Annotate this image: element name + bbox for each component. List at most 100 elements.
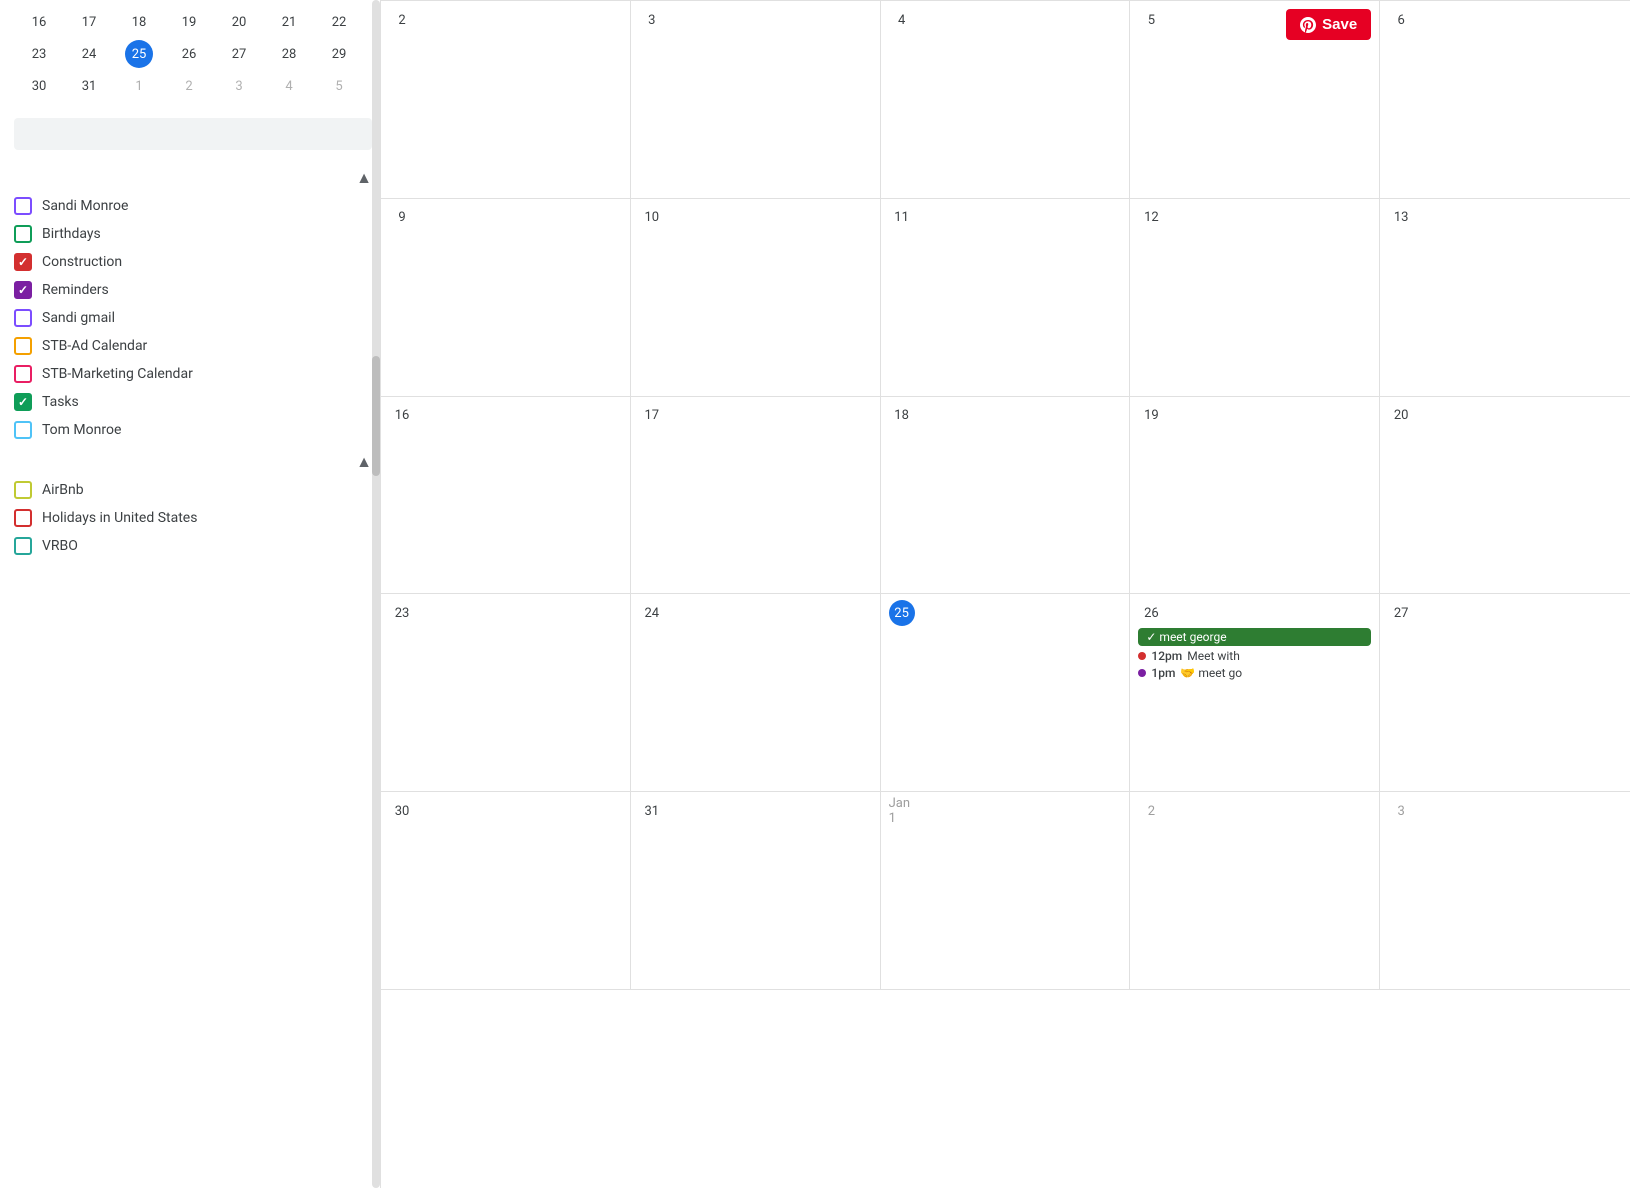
mini-cal-day[interactable]: 5: [325, 72, 353, 100]
add-calendar-input[interactable]: [14, 118, 372, 150]
mini-cal-day[interactable]: 19: [175, 8, 203, 36]
calendar-checkbox[interactable]: [14, 421, 32, 439]
mini-cal-day[interactable]: 26: [175, 40, 203, 68]
calendar-cell[interactable]: 12: [1130, 199, 1380, 397]
calendar-item-label: AirBnb: [42, 482, 84, 498]
calendar-cell[interactable]: 26✓ meet george12pmMeet with1pm🤝 meet go: [1130, 594, 1380, 792]
cell-date-number: 23: [389, 600, 415, 626]
calendar-checkbox[interactable]: [14, 393, 32, 411]
mini-cal-day[interactable]: 23: [25, 40, 53, 68]
my-calendar-item[interactable]: Birthdays: [14, 220, 380, 248]
other-calendar-item[interactable]: Holidays in United States: [14, 504, 380, 532]
sidebar-scrollbar-track: [372, 0, 380, 1188]
calendar-cell[interactable]: 3: [631, 1, 881, 199]
event-chip[interactable]: ✓ meet george: [1138, 628, 1371, 646]
other-calendars-chevron[interactable]: ▲: [356, 452, 372, 472]
my-calendars-section-header: ▲: [14, 168, 380, 188]
mini-cal-day[interactable]: 1: [125, 72, 153, 100]
calendar-cell[interactable]: 11: [881, 199, 1131, 397]
mini-cal-day[interactable]: 17: [75, 8, 103, 36]
event-time: 1pm: [1151, 666, 1175, 680]
calendar-cell[interactable]: 4: [881, 1, 1131, 199]
mini-cal-day[interactable]: 30: [25, 72, 53, 100]
calendar-cell[interactable]: 24: [631, 594, 881, 792]
mini-cal-day[interactable]: 22: [325, 8, 353, 36]
event-dot-row[interactable]: 1pm🤝 meet go: [1138, 666, 1371, 680]
cell-date-number: 3: [639, 7, 665, 33]
other-calendars-list: AirBnb Holidays in United States VRBO: [14, 476, 380, 560]
mini-cal-day[interactable]: 29: [325, 40, 353, 68]
calendar-item-label: Tasks: [42, 394, 79, 410]
calendar-cell[interactable]: 10: [631, 199, 881, 397]
mini-cal-day[interactable]: 4: [275, 72, 303, 100]
calendar-cell[interactable]: 5 Save: [1130, 1, 1380, 199]
calendar-checkbox[interactable]: [14, 337, 32, 355]
my-calendars-chevron[interactable]: ▲: [356, 168, 372, 188]
other-calendar-item[interactable]: AirBnb: [14, 476, 380, 504]
calendar-cell[interactable]: 20: [1380, 397, 1630, 595]
mini-cal-day[interactable]: 16: [25, 8, 53, 36]
event-label: Meet with: [1187, 649, 1240, 663]
my-calendar-item[interactable]: Tom Monroe: [14, 416, 380, 444]
calendar-cell[interactable]: 16: [381, 397, 631, 595]
my-calendar-item[interactable]: STB-Marketing Calendar: [14, 360, 380, 388]
main-calendar: 2345 Save6910111213161718192023242526✓ m…: [380, 0, 1630, 1188]
calendar-checkbox[interactable]: [14, 481, 32, 499]
cell-date-number: Jan 1: [889, 798, 915, 824]
my-calendar-item[interactable]: Sandi Monroe: [14, 192, 380, 220]
calendar-item-label: Reminders: [42, 282, 109, 298]
calendar-checkbox[interactable]: [14, 365, 32, 383]
my-calendar-item[interactable]: Construction: [14, 248, 380, 276]
cell-date-number: 19: [1138, 403, 1164, 429]
calendar-cell[interactable]: 2: [1130, 792, 1380, 990]
calendar-cell[interactable]: 2: [381, 1, 631, 199]
calendar-cell[interactable]: 17: [631, 397, 881, 595]
calendar-cell[interactable]: 19: [1130, 397, 1380, 595]
calendar-cell[interactable]: 6: [1380, 1, 1630, 199]
calendar-cell[interactable]: 31: [631, 792, 881, 990]
mini-cal-day[interactable]: 18: [125, 8, 153, 36]
mini-cal-day[interactable]: 31: [75, 72, 103, 100]
calendar-cell[interactable]: 3: [1380, 792, 1630, 990]
calendar-cell[interactable]: 27: [1380, 594, 1630, 792]
cell-date-number: 25: [889, 600, 915, 626]
calendar-checkbox[interactable]: [14, 537, 32, 555]
calendar-checkbox[interactable]: [14, 253, 32, 271]
cell-date-number: 2: [389, 7, 415, 33]
calendar-cell[interactable]: 9: [381, 199, 631, 397]
mini-cal-day[interactable]: 24: [75, 40, 103, 68]
my-calendar-item[interactable]: Sandi gmail: [14, 304, 380, 332]
calendar-item-label: VRBO: [42, 538, 78, 554]
calendar-checkbox[interactable]: [14, 281, 32, 299]
calendar-cell[interactable]: 13: [1380, 199, 1630, 397]
sidebar-scrollbar-thumb[interactable]: [372, 356, 380, 476]
sidebar: 1617181920212223242526272829303112345 ▲ …: [0, 0, 380, 1188]
mini-cal-day[interactable]: 28: [275, 40, 303, 68]
cell-date-number: 6: [1388, 7, 1414, 33]
mini-cal-day[interactable]: 25: [125, 40, 153, 68]
event-dot-row[interactable]: 12pmMeet with: [1138, 649, 1371, 663]
cell-date-number: 10: [639, 205, 665, 231]
calendar-cell[interactable]: 30: [381, 792, 631, 990]
calendar-cell[interactable]: 18: [881, 397, 1131, 595]
mini-cal-grid: 1617181920212223242526272829303112345: [14, 8, 364, 100]
mini-cal-day[interactable]: 3: [225, 72, 253, 100]
pinterest-save-button[interactable]: Save: [1286, 9, 1371, 40]
calendar-cell[interactable]: 25: [881, 594, 1131, 792]
mini-cal-day[interactable]: 2: [175, 72, 203, 100]
mini-cal-day[interactable]: 21: [275, 8, 303, 36]
cell-date-number: 16: [389, 403, 415, 429]
my-calendar-item[interactable]: Tasks: [14, 388, 380, 416]
cell-date-number: 27: [1388, 600, 1414, 626]
my-calendar-item[interactable]: STB-Ad Calendar: [14, 332, 380, 360]
calendar-cell[interactable]: 23: [381, 594, 631, 792]
mini-cal-day[interactable]: 20: [225, 8, 253, 36]
calendar-checkbox[interactable]: [14, 509, 32, 527]
calendar-checkbox[interactable]: [14, 197, 32, 215]
calendar-cell[interactable]: Jan 1: [881, 792, 1131, 990]
other-calendar-item[interactable]: VRBO: [14, 532, 380, 560]
calendar-checkbox[interactable]: [14, 225, 32, 243]
my-calendar-item[interactable]: Reminders: [14, 276, 380, 304]
calendar-checkbox[interactable]: [14, 309, 32, 327]
mini-cal-day[interactable]: 27: [225, 40, 253, 68]
